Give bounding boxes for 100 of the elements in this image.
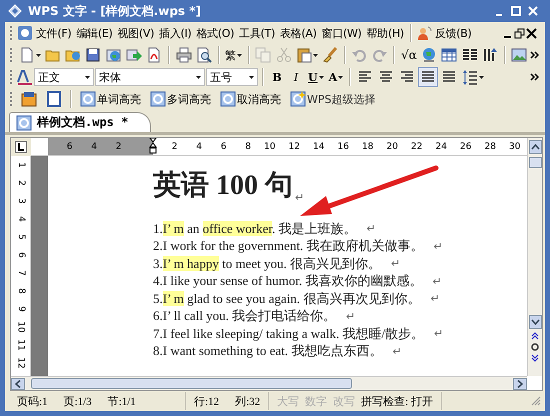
toolbar-grip-icon[interactable] xyxy=(9,69,13,85)
scroll-right-icon[interactable] xyxy=(513,378,527,390)
paragraph-mark: ↵ xyxy=(295,191,304,204)
menu-item[interactable]: 文件(F) xyxy=(34,26,74,40)
menu-item[interactable]: 格式(O) xyxy=(194,26,236,40)
ruler-number: 4 xyxy=(195,141,202,154)
font-color-button[interactable]: A xyxy=(326,67,346,87)
scissors-icon xyxy=(276,47,292,63)
caret-icon[interactable] xyxy=(479,76,484,78)
document-line: 4.I like your sense of humor. 我喜欢你的幽默感。 xyxy=(153,272,422,290)
highlight-tool-button[interactable]: WPS超级选择 xyxy=(286,89,380,109)
paragraph-mark: ↵ xyxy=(433,240,442,253)
ruler-number: 3 xyxy=(14,198,27,204)
menu-item[interactable]: 窗口(W) xyxy=(320,26,364,40)
ruler-number: 18 xyxy=(361,141,374,154)
pdf-icon xyxy=(146,47,162,63)
document-line: 1.I’ m an office worker. 我是上班族。 xyxy=(153,220,357,238)
formula-button[interactable]: √α xyxy=(399,45,418,65)
caret-icon[interactable] xyxy=(36,54,41,56)
caret-icon[interactable] xyxy=(237,54,242,56)
document-line: 2.I work for the government. 我在政府机关做事。 xyxy=(153,237,424,256)
indent-marker-icon[interactable] xyxy=(149,138,157,154)
next-page-icon[interactable] xyxy=(531,354,539,362)
browse-object-icon[interactable] xyxy=(531,343,539,351)
maximize-icon[interactable] xyxy=(510,5,522,17)
ruler-number: 8 xyxy=(244,141,251,154)
style-dropdown[interactable]: 正文 xyxy=(34,68,94,86)
document-line: 5.I’ m glad to see you again. 很高兴再次见到你。 xyxy=(153,290,420,308)
font-dropdown[interactable]: 宋体 xyxy=(95,68,205,86)
tab-stop-icon[interactable] xyxy=(15,141,27,153)
export-icon xyxy=(126,47,142,63)
caret-icon[interactable] xyxy=(249,76,254,78)
more-chevron-icon[interactable] xyxy=(530,73,539,81)
more-chevron-icon[interactable] xyxy=(530,51,540,59)
ruler-number: 28 xyxy=(484,141,496,154)
menu-item[interactable]: 帮助(H) xyxy=(364,26,406,40)
caret-icon[interactable] xyxy=(338,76,344,78)
scroll-up-icon[interactable] xyxy=(528,140,542,154)
toolbar-grip-icon[interactable] xyxy=(9,25,13,41)
printer-icon xyxy=(176,47,192,63)
paint-brush-icon xyxy=(322,47,338,63)
ruler-number: 8 xyxy=(14,288,27,294)
italic-button[interactable]: I xyxy=(287,67,305,87)
menu-item[interactable]: 工具(T) xyxy=(237,26,277,40)
paint-brush-button[interactable] xyxy=(320,45,340,65)
bold-button[interactable]: B xyxy=(268,67,286,87)
caret-icon[interactable] xyxy=(196,76,201,78)
printer-button[interactable] xyxy=(174,45,194,65)
highlight-tool-button[interactable]: 多词高亮 xyxy=(146,89,215,109)
style-icon[interactable] xyxy=(17,69,33,85)
traditional-chinese-button[interactable]: 繁 xyxy=(224,45,244,65)
menu-item[interactable]: 编辑(E) xyxy=(74,26,114,40)
window-title: WPS 文字 - [样例文档.wps *] xyxy=(28,2,202,20)
paragraph-mark: ↵ xyxy=(430,292,440,306)
app-logo-icon xyxy=(7,3,23,19)
align-right-icon xyxy=(399,69,416,85)
justify-button[interactable] xyxy=(418,67,438,87)
chart-picture-icon xyxy=(21,91,37,107)
highlight-tool-button[interactable]: 单词高亮 xyxy=(76,89,145,109)
scrollbar-thumb-icon[interactable] xyxy=(31,378,352,389)
ruler-number: 7 xyxy=(14,270,26,276)
columns-icon xyxy=(462,47,478,63)
clipboard-icon xyxy=(296,47,312,63)
ruler-number: 6 xyxy=(14,252,27,258)
menu-item[interactable]: 视图(V) xyxy=(115,26,156,40)
resize-grip-icon[interactable] xyxy=(531,396,541,406)
menu-item[interactable]: 插入(I) xyxy=(157,26,194,40)
caret-icon[interactable] xyxy=(85,76,90,78)
menu-item[interactable]: 表格(A) xyxy=(278,26,319,40)
app-logo-icon[interactable] xyxy=(17,25,33,41)
caret-icon[interactable] xyxy=(312,54,318,56)
ruler-number: 9 xyxy=(14,306,27,312)
underline-button[interactable]: U xyxy=(306,67,326,87)
document-tab[interactable]: 样例文档.wps * xyxy=(9,112,152,132)
feedback-person-icon[interactable] xyxy=(416,25,432,41)
restore-icon[interactable] xyxy=(514,28,525,38)
menu-item[interactable]: 反馈(B) xyxy=(432,26,474,40)
distribute-icon xyxy=(441,69,458,85)
close-icon[interactable] xyxy=(526,28,537,38)
previous-page-icon[interactable] xyxy=(531,332,539,340)
paragraph-mark: ↵ xyxy=(392,344,402,358)
ruler-number: 10 xyxy=(263,141,276,154)
ruler-number: 20 xyxy=(386,141,398,154)
document-line: 8.I want something to eat. 我想吃点东西。 xyxy=(153,342,382,360)
document-icon xyxy=(18,47,35,63)
status-text: 页:1/3 xyxy=(64,394,92,408)
line-spacing-icon xyxy=(462,69,478,85)
status-mode: 改写 xyxy=(333,394,356,408)
scrollbar-thumb-icon[interactable] xyxy=(528,157,542,168)
toolbar-grip-icon[interactable] xyxy=(9,91,13,107)
toolbar-grip-icon[interactable] xyxy=(9,47,13,63)
font-size-dropdown[interactable]: 五号 xyxy=(206,68,258,86)
scroll-down-icon[interactable] xyxy=(528,315,542,329)
highlight-tool-button[interactable]: 取消高亮 xyxy=(216,89,285,109)
copy-icon xyxy=(255,47,272,63)
align-left-icon xyxy=(357,69,374,85)
scroll-left-icon[interactable] xyxy=(11,378,25,390)
caret-icon[interactable] xyxy=(318,76,324,78)
highlight-icon xyxy=(220,91,236,107)
document-line: 6.I’ ll call you. 我会打电话给你。 xyxy=(153,307,336,326)
